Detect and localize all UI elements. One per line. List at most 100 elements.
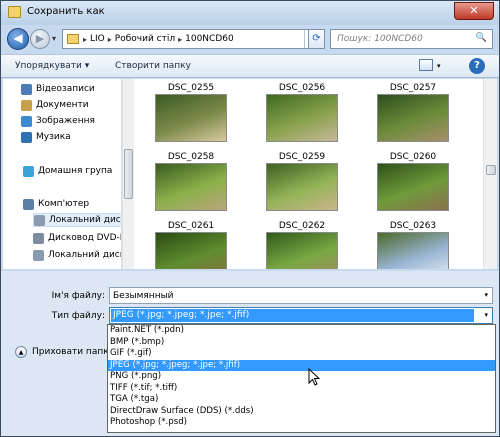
scrollbar-thumb[interactable] xyxy=(124,149,133,199)
thumbnail-image xyxy=(155,94,227,142)
command-toolbar: Упорядкувати ▾ Створити папку ▾ ? xyxy=(1,54,499,78)
file-item-dsc-0256[interactable]: DSC_0256 xyxy=(262,82,342,142)
breadcrumb-desktop[interactable]: Робочий стіл xyxy=(115,34,175,44)
filetype-option-jpeg[interactable]: JPEG (*.jpg; *.jpeg; *.jpe; *.jfif) xyxy=(108,359,495,371)
file-name: DSC_0260 xyxy=(389,152,437,162)
navigation-pane: Відеозаписи Документи Зображення Музика … xyxy=(3,79,122,269)
sidebar-item-computer[interactable]: Комп'ютер xyxy=(23,197,89,211)
help-button[interactable]: ? xyxy=(469,58,485,74)
sidebar-item-videos[interactable]: Відеозаписи xyxy=(21,82,95,96)
navigation-scrollbar[interactable] xyxy=(122,79,134,269)
file-grid-scrollbar[interactable] xyxy=(483,79,497,269)
sidebar-item-pictures[interactable]: Зображення xyxy=(21,114,95,128)
sidebar-item-label: Комп'ютер xyxy=(38,199,90,209)
dvd-drive-icon xyxy=(33,232,44,244)
sidebar-item-label: Музика xyxy=(36,132,71,142)
sidebar-item-label: Зображення xyxy=(36,116,95,126)
sidebar-item-label: Відеозаписи xyxy=(36,84,95,94)
filetype-option-tga[interactable]: TGA (*.tga) xyxy=(108,394,495,406)
breadcrumb-lio[interactable]: LIO xyxy=(90,34,105,44)
file-item-dsc-0261[interactable]: DSC_0261 xyxy=(151,220,231,269)
filetype-option-dds[interactable]: DirectDraw Surface (DDS) (*.dds) xyxy=(108,406,495,418)
filename-label: Ім'я файлу: xyxy=(51,291,105,301)
filetype-option-bmp[interactable]: BMP (*.bmp) xyxy=(108,337,495,349)
computer-icon xyxy=(23,198,34,210)
sidebar-item-local-disk[interactable]: Локальний диск xyxy=(33,213,122,227)
search-placeholder: Пошук: 100NCD60 xyxy=(337,34,423,44)
filetype-option-psd[interactable]: Photoshop (*.psd) xyxy=(108,417,495,429)
thumbnail-image xyxy=(377,232,449,269)
file-item-dsc-0255[interactable]: DSC_0255 xyxy=(151,82,231,142)
file-name: DSC_0257 xyxy=(389,83,437,93)
filetype-option-tiff[interactable]: TIFF (*.tif; *.tiff) xyxy=(108,383,495,395)
file-item-dsc-0263[interactable]: DSC_0263 xyxy=(373,220,453,269)
filename-value: Безымянный xyxy=(113,291,174,301)
file-item-dsc-0260[interactable]: DSC_0260 xyxy=(373,151,453,211)
chevron-down-icon[interactable]: ▾ xyxy=(437,62,441,70)
file-grid: DSC_0255 DSC_0256 DSC_0257 DSC_0258 DSC_… xyxy=(136,79,482,269)
organize-button[interactable]: Упорядкувати ▾ xyxy=(15,61,89,71)
search-icon: 🔍 xyxy=(475,33,487,43)
hide-folders-label: Приховати папки xyxy=(32,347,115,357)
folder-icon xyxy=(67,34,79,44)
thumbnail-image xyxy=(377,94,449,142)
file-name: DSC_0259 xyxy=(278,152,326,162)
view-options-icon[interactable] xyxy=(419,59,433,71)
new-folder-button[interactable]: Створити папку xyxy=(115,61,191,71)
local-disk-icon xyxy=(34,214,45,226)
close-button[interactable]: ✕ xyxy=(454,2,494,20)
file-item-dsc-0259[interactable]: DSC_0259 xyxy=(262,151,342,211)
address-bar[interactable]: ▸ LIO ▸ Робочий стіл ▸ 100NCD60 ▾ xyxy=(62,29,325,49)
mouse-pointer-icon xyxy=(308,368,320,386)
file-name: DSC_0261 xyxy=(167,221,215,231)
sidebar-item-label: Документи xyxy=(36,100,89,110)
filetype-dropdown-list: Paint.NET (*.pdn) BMP (*.bmp) GIF (*.gif… xyxy=(107,324,496,433)
breadcrumb-separator: ▸ xyxy=(83,34,88,44)
file-item-dsc-0262[interactable]: DSC_0262 xyxy=(262,220,342,269)
homegroup-icon xyxy=(23,165,34,177)
filetype-option-pdn[interactable]: Paint.NET (*.pdn) xyxy=(108,325,495,337)
filetype-label: Тип файлу: xyxy=(51,311,105,321)
filetype-select[interactable]: JPEG (*.jpg; *.jpeg; *.jpe; *.jfif) ▾ xyxy=(109,307,493,324)
sidebar-item-dvd-drive[interactable]: Дисковод DVD-R xyxy=(33,231,121,245)
sidebar-item-homegroup[interactable]: Домашня група xyxy=(23,164,112,178)
save-as-dialog: Сохранить как ✕ ◀ ▶ ▾ ▸ LIO ▸ Робочий ст… xyxy=(0,0,500,437)
breadcrumb-current-folder[interactable]: 100NCD60 xyxy=(185,34,234,44)
filetype-option-png[interactable]: PNG (*.png) xyxy=(108,371,495,383)
file-name: DSC_0256 xyxy=(278,83,326,93)
sidebar-item-documents[interactable]: Документи xyxy=(21,98,89,112)
back-button[interactable]: ◀ xyxy=(7,28,29,50)
collapse-icon: ▲ xyxy=(15,346,27,358)
documents-library-icon xyxy=(21,99,32,111)
thumbnail-image xyxy=(266,163,338,211)
breadcrumb-separator[interactable]: ▸ xyxy=(108,35,112,44)
thumbnail-image xyxy=(266,94,338,142)
search-input[interactable]: Пошук: 100NCD60 🔍 xyxy=(330,29,493,49)
forward-button[interactable]: ▶ xyxy=(30,29,50,49)
file-name: DSC_0255 xyxy=(167,83,215,93)
filetype-option-gif[interactable]: GIF (*.gif) xyxy=(108,348,495,360)
folder-icon xyxy=(8,6,21,18)
file-name: DSC_0258 xyxy=(167,152,215,162)
sidebar-item-local-disk[interactable]: Локальний диск xyxy=(33,248,122,262)
hide-folders-button[interactable]: ▲ Приховати папки xyxy=(15,346,115,358)
refresh-button[interactable]: ⟳ xyxy=(308,29,325,49)
file-item-dsc-0257[interactable]: DSC_0257 xyxy=(373,82,453,142)
sidebar-item-music[interactable]: Музика xyxy=(21,130,71,144)
chevron-down-icon[interactable]: ▾ xyxy=(484,291,488,299)
music-library-icon xyxy=(21,131,32,143)
pictures-library-icon xyxy=(21,115,32,127)
sidebar-item-label: Локальний диск xyxy=(49,215,122,225)
thumbnail-image xyxy=(155,163,227,211)
filename-input[interactable]: Безымянный ▾ xyxy=(109,287,493,304)
scrollbar-thumb[interactable] xyxy=(486,165,496,175)
filetype-selected-value: JPEG (*.jpg; *.jpeg; *.jpe; *.jfif) xyxy=(111,309,474,322)
file-item-dsc-0258[interactable]: DSC_0258 xyxy=(151,151,231,211)
file-name: DSC_0262 xyxy=(278,221,326,231)
title-bar[interactable]: Сохранить как ✕ xyxy=(1,1,499,25)
chevron-down-icon[interactable]: ▾ xyxy=(484,311,488,319)
breadcrumb-separator[interactable]: ▸ xyxy=(178,35,182,44)
sidebar-item-label: Локальний диск xyxy=(48,250,122,260)
recent-pages-dropdown[interactable]: ▾ xyxy=(52,34,56,43)
sidebar-item-label: Домашня група xyxy=(38,166,113,176)
